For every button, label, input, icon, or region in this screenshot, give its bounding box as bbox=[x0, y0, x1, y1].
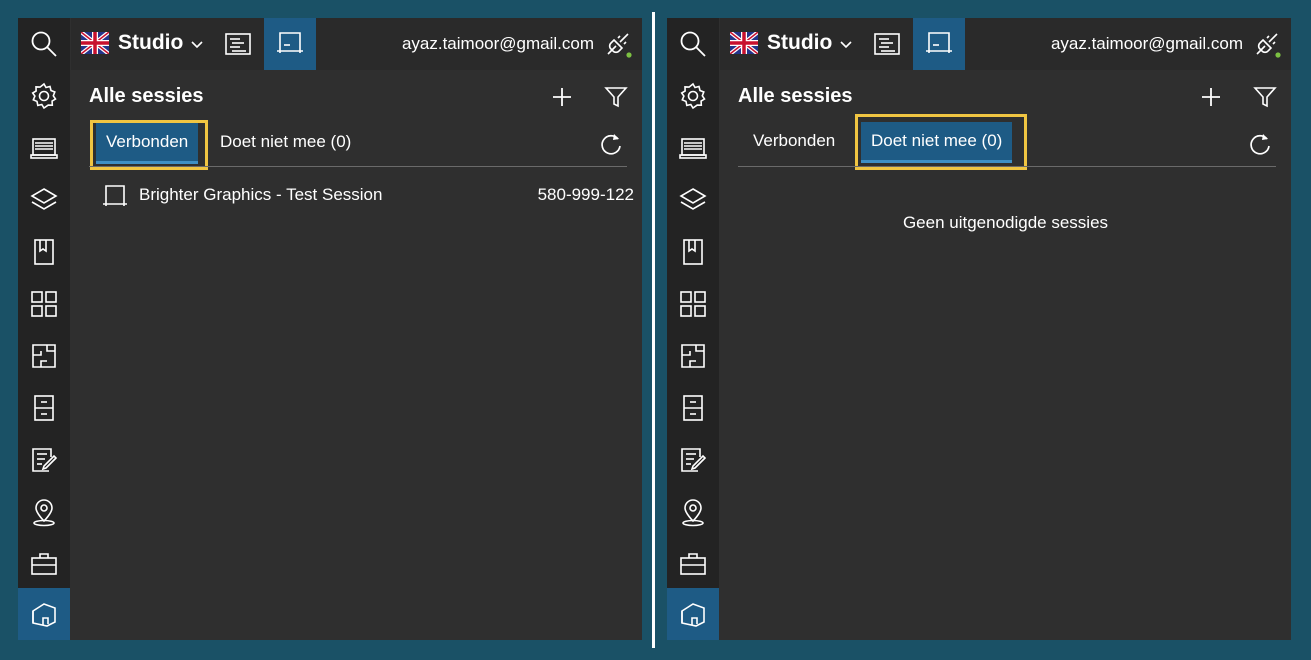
rail-book[interactable] bbox=[18, 226, 70, 278]
rail-grid[interactable] bbox=[667, 278, 719, 330]
sidebar-rail bbox=[667, 18, 719, 640]
rail-settings[interactable] bbox=[667, 70, 719, 122]
chevron-down-icon[interactable] bbox=[189, 36, 205, 52]
session-row[interactable]: Brighter Graphics - Test Session 580-999… bbox=[99, 180, 639, 212]
home-3d-icon bbox=[32, 603, 56, 627]
tabs-divider bbox=[738, 166, 1276, 167]
library-icon bbox=[679, 138, 707, 159]
sidebar-rail bbox=[18, 18, 70, 640]
layers-icon bbox=[679, 188, 707, 210]
rail-edit-form[interactable] bbox=[667, 434, 719, 486]
left-app-window: Studio ayaz.taimoor@gmail.com Alle sessi… bbox=[18, 18, 642, 640]
gear-icon bbox=[31, 82, 57, 110]
grid-icon bbox=[680, 291, 706, 317]
session-button[interactable] bbox=[264, 18, 316, 70]
user-email[interactable]: ayaz.taimoor@gmail.com bbox=[402, 34, 594, 54]
empty-state-message: Geen uitgenodigde sessies bbox=[902, 213, 1109, 232]
app-name[interactable]: Studio bbox=[767, 31, 832, 55]
plus-icon[interactable] bbox=[549, 84, 575, 110]
user-email[interactable]: ayaz.taimoor@gmail.com bbox=[1051, 34, 1243, 54]
page-title: Alle sessies bbox=[738, 85, 853, 107]
book-icon bbox=[683, 239, 703, 265]
filter-icon[interactable] bbox=[1252, 84, 1278, 110]
rail-book[interactable] bbox=[667, 226, 719, 278]
search-icon bbox=[31, 31, 57, 57]
filter-icon[interactable] bbox=[603, 84, 629, 110]
tab-highlight bbox=[90, 120, 208, 170]
layers-icon bbox=[30, 188, 58, 210]
book-icon bbox=[34, 239, 54, 265]
top-bar: Studio ayaz.taimoor@gmail.com bbox=[720, 18, 1291, 70]
rail-settings[interactable] bbox=[18, 70, 70, 122]
right-app-window: Studio ayaz.taimoor@gmail.com Alle sessi… bbox=[667, 18, 1291, 640]
plug-icon[interactable] bbox=[602, 28, 634, 60]
rail-floorplan[interactable] bbox=[18, 330, 70, 382]
session-icon bbox=[103, 185, 127, 206]
home-3d-icon bbox=[681, 603, 705, 627]
location-pin-icon bbox=[33, 499, 55, 527]
rail-edit-form[interactable] bbox=[18, 434, 70, 486]
main-area: Studio ayaz.taimoor@gmail.com Alle sessi… bbox=[71, 18, 642, 640]
rail-cabinet[interactable] bbox=[18, 382, 70, 434]
plug-icon[interactable] bbox=[1251, 28, 1283, 60]
rail-search[interactable] bbox=[18, 18, 70, 70]
rail-home-3d[interactable] bbox=[18, 588, 70, 640]
plus-icon[interactable] bbox=[1198, 84, 1224, 110]
search-icon bbox=[680, 31, 706, 57]
tab-doet-niet-mee[interactable]: Doet niet mee (0) bbox=[210, 123, 361, 161]
cabinet-icon bbox=[34, 395, 54, 421]
tab-highlight bbox=[855, 114, 1027, 170]
edit-form-icon bbox=[681, 448, 707, 472]
screenshot-divider bbox=[652, 12, 655, 648]
rail-search[interactable] bbox=[667, 18, 719, 70]
grid-icon bbox=[31, 291, 57, 317]
session-number: 580-999-122 bbox=[537, 185, 634, 204]
document-button[interactable] bbox=[861, 18, 913, 70]
briefcase-icon bbox=[31, 553, 57, 575]
rail-grid[interactable] bbox=[18, 278, 70, 330]
tab-verbonden[interactable]: Verbonden bbox=[743, 122, 845, 160]
refresh-icon[interactable] bbox=[1247, 131, 1273, 157]
chevron-down-icon[interactable] bbox=[838, 36, 854, 52]
rail-briefcase[interactable] bbox=[18, 538, 70, 590]
tabs-divider bbox=[89, 166, 627, 167]
main-area: Studio ayaz.taimoor@gmail.com Alle sessi… bbox=[720, 18, 1291, 640]
rail-cabinet[interactable] bbox=[667, 382, 719, 434]
session-name: Brighter Graphics - Test Session bbox=[139, 185, 383, 204]
session-button[interactable] bbox=[913, 18, 965, 70]
briefcase-icon bbox=[680, 553, 706, 575]
library-icon bbox=[30, 138, 58, 159]
session-icon bbox=[926, 32, 952, 53]
location-pin-icon bbox=[682, 499, 704, 527]
rail-layers[interactable] bbox=[18, 174, 70, 226]
rail-home-3d[interactable] bbox=[667, 588, 719, 640]
rail-layers[interactable] bbox=[667, 174, 719, 226]
document-icon bbox=[225, 33, 251, 55]
gear-icon bbox=[680, 82, 706, 110]
top-bar: Studio ayaz.taimoor@gmail.com bbox=[71, 18, 642, 70]
app-name[interactable]: Studio bbox=[118, 31, 183, 55]
refresh-icon[interactable] bbox=[598, 131, 624, 157]
rail-briefcase[interactable] bbox=[667, 538, 719, 590]
rail-library[interactable] bbox=[18, 122, 70, 174]
cabinet-icon bbox=[683, 395, 703, 421]
rail-location[interactable] bbox=[18, 486, 70, 538]
document-icon bbox=[874, 33, 900, 55]
page-title: Alle sessies bbox=[89, 85, 204, 107]
session-icon bbox=[277, 32, 303, 53]
rail-floorplan[interactable] bbox=[667, 330, 719, 382]
document-button[interactable] bbox=[212, 18, 264, 70]
rail-library[interactable] bbox=[667, 122, 719, 174]
edit-form-icon bbox=[32, 448, 58, 472]
flag-uk-icon[interactable] bbox=[81, 32, 109, 54]
rail-location[interactable] bbox=[667, 486, 719, 538]
floorplan-icon bbox=[681, 344, 705, 368]
floorplan-icon bbox=[32, 344, 56, 368]
flag-uk-icon[interactable] bbox=[730, 32, 758, 54]
